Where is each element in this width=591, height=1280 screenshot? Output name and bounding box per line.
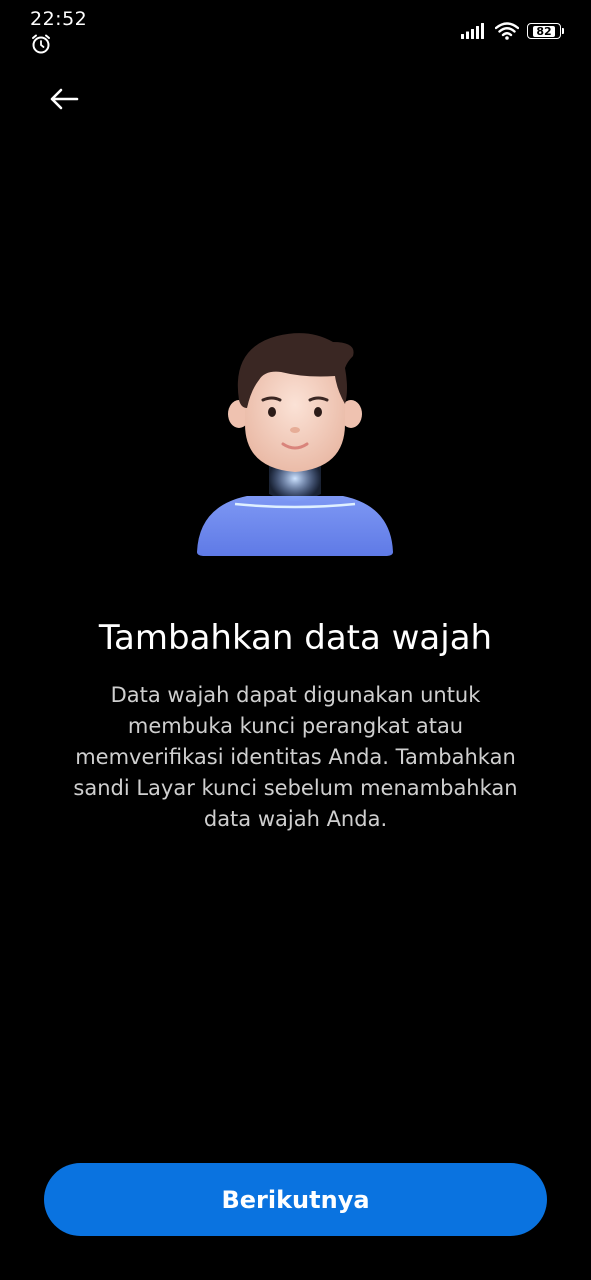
face-avatar-illustration xyxy=(197,333,393,556)
signal-icon xyxy=(461,23,484,39)
battery-level: 82 xyxy=(533,25,555,37)
back-button[interactable] xyxy=(38,78,90,120)
alarm-icon xyxy=(32,34,50,54)
arrow-left-icon xyxy=(50,88,79,110)
next-button[interactable]: Berikutnya xyxy=(44,1163,547,1236)
status-time: 22:52 xyxy=(30,8,88,30)
status-icons: 82 xyxy=(461,20,564,42)
face-data-screen: 22:52 82 Tambahkan data wajah Data wajah… xyxy=(0,0,591,1280)
page-title: Tambahkan data wajah xyxy=(98,618,493,658)
wifi-icon xyxy=(495,22,519,40)
page-description: Data wajah dapat digunakan untuk membuka… xyxy=(73,683,518,831)
battery-icon: 82 xyxy=(527,23,564,39)
